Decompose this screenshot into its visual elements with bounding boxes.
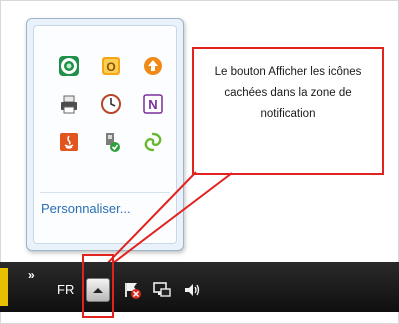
- office-o-icon[interactable]: O: [99, 54, 123, 78]
- green-ring-icon[interactable]: [57, 54, 81, 78]
- safely-remove-hardware-icon[interactable]: [99, 130, 123, 154]
- taskbar: » FR: [0, 262, 399, 312]
- language-indicator[interactable]: FR: [57, 282, 74, 297]
- taskbar-app-edge[interactable]: [0, 268, 8, 306]
- java-icon[interactable]: [57, 130, 81, 154]
- notification-overflow-popup: O N Personnaliser...: [26, 18, 184, 251]
- toolbar-chevron[interactable]: »: [28, 268, 35, 282]
- onenote-icon[interactable]: N: [141, 92, 165, 116]
- svg-text:O: O: [106, 60, 115, 74]
- annotation-callout: Le bouton Afficher les icônes cachées da…: [192, 47, 384, 175]
- volume-icon[interactable]: [182, 280, 202, 300]
- svg-text:N: N: [148, 97, 157, 112]
- hidden-icons-grid: O N: [50, 48, 174, 198]
- customize-link[interactable]: Personnaliser...: [41, 201, 131, 216]
- callout-text: Le bouton Afficher les icônes cachées da…: [214, 66, 362, 120]
- popup-divider: [40, 192, 170, 193]
- clock-icon[interactable]: [99, 92, 123, 116]
- highlight-frame: [82, 254, 114, 318]
- orange-update-icon[interactable]: [141, 54, 165, 78]
- network-icon[interactable]: [152, 280, 172, 300]
- green-swirl-icon[interactable]: [141, 130, 165, 154]
- network-error-icon[interactable]: [122, 280, 142, 300]
- printer-icon[interactable]: [57, 92, 81, 116]
